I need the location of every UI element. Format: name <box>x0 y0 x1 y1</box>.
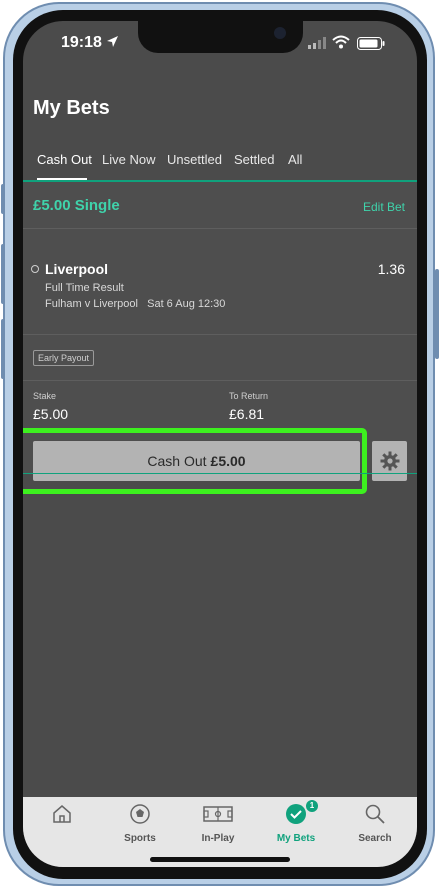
selection-status-icon <box>31 265 39 273</box>
event-info[interactable]: Fulham v Liverpool Sat 6 Aug 12:30 <box>45 298 225 310</box>
tab-unsettled[interactable]: Unsettled <box>167 152 222 167</box>
football-icon <box>130 804 150 824</box>
return-label: To Return <box>229 391 269 401</box>
signal-icon <box>308 37 326 49</box>
edit-bet-link[interactable]: Edit Bet <box>363 200 405 214</box>
power-button <box>435 269 439 359</box>
tab-live-now[interactable]: Live Now <box>102 152 155 167</box>
notch <box>138 21 303 53</box>
market-name: Full Time Result <box>45 282 124 294</box>
camera <box>274 27 286 39</box>
bet-tabs: Cash Out Live Now Unsettled Settled All <box>23 149 417 181</box>
divider <box>23 334 417 335</box>
mute-switch <box>1 184 5 214</box>
battery-icon <box>357 37 385 50</box>
volume-down-button <box>1 319 5 379</box>
tab-bar-label: Sports <box>124 833 156 844</box>
bet-card: £5.00 Single Edit Bet Liverpool 1.36 Ful… <box>23 182 417 494</box>
tab-bar-home[interactable] <box>32 803 92 833</box>
screen: 19:18 My Bets Cash Out Live Now Unsettle… <box>23 21 417 867</box>
tab-bar-label: My Bets <box>276 833 316 844</box>
tab-bar-search[interactable]: Search <box>345 803 405 844</box>
selection-odds: 1.36 <box>377 261 405 277</box>
event-name: Fulham v Liverpool <box>45 298 138 310</box>
home-icon <box>53 805 71 823</box>
tab-bar-label: Search <box>358 833 392 844</box>
tab-bar-label: In-Play <box>201 833 235 844</box>
tab-bar-in-play[interactable]: In-Play <box>188 803 248 844</box>
search-icon <box>365 804 385 824</box>
early-payout-badge: Early Payout <box>33 350 95 366</box>
my-bets-count-badge: 1 <box>306 800 318 812</box>
volume-up-button <box>1 244 5 304</box>
cash-out-settings-button[interactable] <box>372 441 407 481</box>
stake-value: £5.00 <box>33 406 69 422</box>
divider <box>23 228 417 229</box>
stake-label: Stake <box>33 391 57 401</box>
home-indicator[interactable] <box>150 857 290 862</box>
return-value: £6.81 <box>229 406 265 422</box>
card-divider <box>23 473 417 474</box>
status-bar: 19:18 <box>23 21 417 67</box>
pitch-icon <box>203 806 233 822</box>
event-time: Sat 6 Aug 12:30 <box>147 298 226 310</box>
checkmark-icon <box>286 804 306 824</box>
tab-settled[interactable]: Settled <box>234 152 274 167</box>
status-time: 19:18 <box>61 34 102 51</box>
tab-all[interactable]: All <box>288 152 302 167</box>
bet-title: £5.00 Single <box>33 197 120 214</box>
divider <box>23 380 417 381</box>
gear-icon <box>380 451 399 471</box>
tab-cash-out[interactable]: Cash Out <box>37 152 92 167</box>
wifi-icon <box>332 35 350 49</box>
tab-bar-sports[interactable]: Sports <box>110 803 170 844</box>
selection-name: Liverpool <box>45 261 109 277</box>
highlight-box <box>23 428 367 494</box>
location-arrow-icon <box>107 36 118 47</box>
page-title: My Bets <box>33 97 110 119</box>
